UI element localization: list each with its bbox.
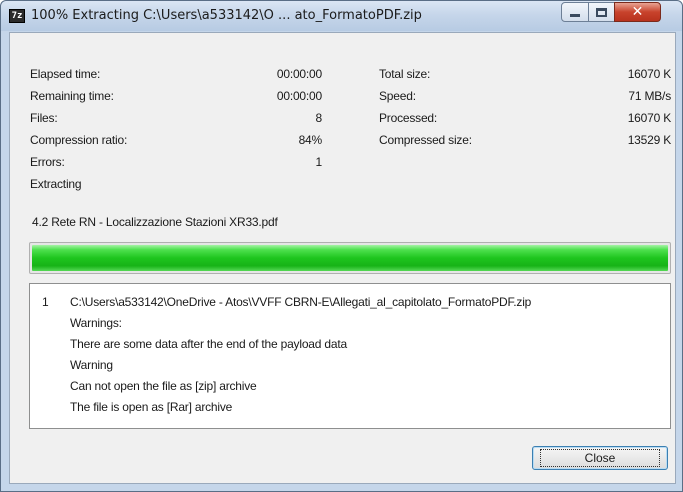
title-bar[interactable]: 7z 100% Extracting C:\Users\a533142\O ..… [1,1,682,31]
close-button[interactable]: Close [532,446,668,470]
compression-ratio-value: 84% [298,133,323,147]
extraction-window: 7z 100% Extracting C:\Users\a533142\O ..… [0,0,683,492]
minimize-button[interactable] [561,2,589,22]
operation-status: Extracting [30,177,82,191]
errors-value: 1 [315,155,323,169]
compressed-size-label: Compressed size: [379,133,472,147]
elapsed-time-value: 00:00:00 [276,67,322,81]
window-title: 100% Extracting C:\Users\a533142\O ... a… [31,8,422,23]
speed-value: 71 MB/s [628,89,671,103]
maximize-button[interactable] [588,2,615,22]
progress-bar-fill [32,245,668,271]
current-file-name: 4.2 Rete RN - Localizzazione Stazioni XR… [32,215,278,229]
compressed-size-value: 13529 K [627,133,672,147]
elapsed-time-label: Elapsed time: [30,67,101,81]
log-line: There are some data after the end of the… [70,337,347,351]
log-line: Warning [70,358,113,372]
maximize-icon [596,7,607,17]
errors-label: Errors: [30,155,65,169]
window-close-button[interactable]: ✕ [614,2,661,22]
log-line: Can not open the file as [zip] archive [70,379,257,393]
processed-label: Processed: [379,111,438,125]
log-line: Warnings: [70,316,122,330]
minimize-icon [570,13,580,17]
log-entry-path: C:\Users\a533142\OneDrive - Atos\VVFF CB… [70,295,532,309]
compression-ratio-label: Compression ratio: [30,133,128,147]
total-size-value: 16070 K [627,67,672,81]
dialog-body: Elapsed time: 00:00:00 Remaining time: 0… [9,32,676,484]
close-icon: ✕ [631,4,644,20]
log-line: The file is open as [Rar] archive [70,400,233,414]
close-button-label: Close [539,449,661,467]
processed-value: 16070 K [627,111,672,125]
files-label: Files: [30,111,58,125]
total-size-label: Total size: [379,67,431,81]
message-log[interactable]: 1 C:\Users\a533142\OneDrive - Atos\VVFF … [29,283,671,429]
7zip-app-icon: 7z [9,9,25,23]
files-value: 8 [315,111,323,125]
progress-bar [29,242,671,274]
remaining-time-value: 00:00:00 [276,89,322,103]
log-entry-index: 1 [42,295,49,309]
remaining-time-label: Remaining time: [30,89,114,103]
speed-label: Speed: [379,89,416,103]
